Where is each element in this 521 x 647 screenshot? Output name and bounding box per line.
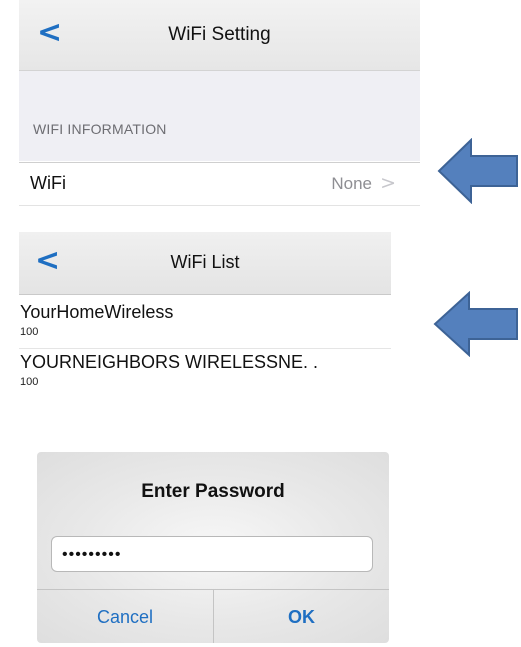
callout-arrow-icon (433, 291, 518, 357)
wifi-information-section: WIFI INFORMATION (19, 71, 420, 161)
chevron-right-icon: > (380, 172, 396, 194)
network-signal: 100 (20, 376, 39, 388)
network-ssid: YourHomeWireless (20, 302, 174, 322)
ok-button[interactable]: OK (214, 590, 389, 643)
dialog-button-bar: Cancel OK (37, 589, 389, 643)
password-field[interactable]: ••••••••• (51, 536, 373, 572)
wifi-setting-title: WiFi Setting (168, 24, 271, 45)
network-list-item[interactable]: YOURNEIGHBORS WIRELESSNE. . 100 (19, 350, 391, 398)
wifi-list-title: WiFi List (170, 252, 240, 272)
section-header: WIFI INFORMATION (33, 121, 167, 137)
network-list-item[interactable]: YourHomeWireless 100 (19, 300, 391, 349)
wifi-list-nav-bar: < WiFi List (19, 232, 391, 295)
wifi-row-label: WiFi (30, 173, 66, 193)
wifi-row[interactable]: WiFi None > (19, 162, 420, 206)
network-ssid: YOURNEIGHBORS WIRELESSNE. . (20, 352, 319, 372)
cancel-button[interactable]: Cancel (37, 590, 214, 643)
callout-arrow-icon (437, 138, 518, 204)
wifi-setting-nav-bar: < WiFi Setting (19, 0, 420, 71)
password-dialog: Enter Password ••••••••• Cancel OK (37, 452, 389, 643)
dialog-title: Enter Password (141, 481, 285, 502)
network-signal: 100 (20, 326, 39, 338)
wifi-row-value: None (331, 174, 372, 193)
